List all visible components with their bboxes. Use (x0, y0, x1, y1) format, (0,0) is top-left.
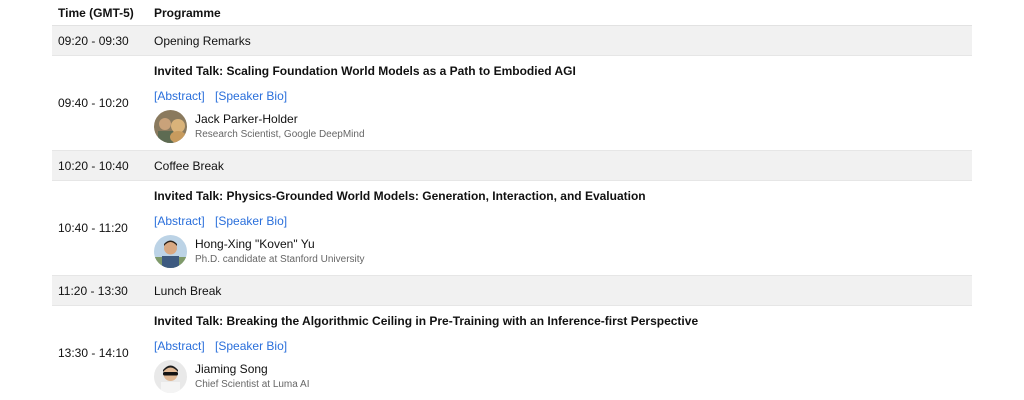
time-cell: 10:20 - 10:40 (52, 151, 148, 181)
session-label: Coffee Break (148, 151, 972, 181)
schedule-row: 10:40 - 11:20 Invited Talk: Physics-Grou… (52, 181, 972, 276)
time-column-header: Time (GMT-5) (52, 0, 148, 26)
avatar (154, 110, 187, 143)
talk-title: Invited Talk: Scaling Foundation World M… (154, 64, 966, 78)
avatar (154, 360, 187, 393)
speaker-info: Jack Parker-Holder Research Scientist, G… (154, 110, 966, 143)
speaker-name: Jack Parker-Holder (195, 112, 365, 126)
time-cell: 11:20 - 13:30 (52, 276, 148, 306)
abstract-link[interactable]: [Abstract] (154, 214, 205, 228)
speaker-bio-link[interactable]: [Speaker Bio] (215, 89, 287, 103)
time-cell: 09:20 - 09:30 (52, 26, 148, 56)
time-cell: 13:30 - 14:10 (52, 306, 148, 400)
avatar (154, 235, 187, 268)
speaker-bio-link[interactable]: [Speaker Bio] (215, 339, 287, 353)
schedule-row: 11:20 - 13:30 Lunch Break (52, 276, 972, 306)
talk-title: Invited Talk: Physics-Grounded World Mod… (154, 189, 966, 203)
speaker-name: Hong-Xing "Koven" Yu (195, 237, 365, 251)
talk-title: Invited Talk: Breaking the Algorithmic C… (154, 314, 966, 328)
abstract-link[interactable]: [Abstract] (154, 89, 205, 103)
abstract-link[interactable]: [Abstract] (154, 339, 205, 353)
session-label: Opening Remarks (148, 26, 972, 56)
talk-links: [Abstract] [Speaker Bio] (154, 214, 966, 228)
speaker-name: Jiaming Song (195, 362, 310, 376)
talk-links: [Abstract] [Speaker Bio] (154, 339, 966, 353)
schedule-row: 09:40 - 10:20 Invited Talk: Scaling Foun… (52, 56, 972, 151)
speaker-role: Chief Scientist at Luma AI (195, 379, 310, 390)
talk-links: [Abstract] [Speaker Bio] (154, 89, 966, 103)
schedule-table: Time (GMT-5) Programme 09:20 - 09:30 Ope… (52, 0, 972, 400)
speaker-info: Hong-Xing "Koven" Yu Ph.D. candidate at … (154, 235, 966, 268)
speaker-text: Jiaming Song Chief Scientist at Luma AI (195, 362, 310, 390)
speaker-bio-link[interactable]: [Speaker Bio] (215, 214, 287, 228)
time-cell: 09:40 - 10:20 (52, 56, 148, 151)
session-label: Lunch Break (148, 276, 972, 306)
speaker-info: Jiaming Song Chief Scientist at Luma AI (154, 360, 966, 393)
speaker-text: Jack Parker-Holder Research Scientist, G… (195, 112, 365, 140)
programme-column-header: Programme (148, 0, 972, 26)
talk-cell: Invited Talk: Breaking the Algorithmic C… (148, 306, 972, 400)
talk-cell: Invited Talk: Physics-Grounded World Mod… (148, 181, 972, 276)
time-cell: 10:40 - 11:20 (52, 181, 148, 276)
speaker-text: Hong-Xing "Koven" Yu Ph.D. candidate at … (195, 237, 365, 265)
speaker-role: Ph.D. candidate at Stanford University (195, 254, 365, 265)
schedule-row: 13:30 - 14:10 Invited Talk: Breaking the… (52, 306, 972, 400)
talk-cell: Invited Talk: Scaling Foundation World M… (148, 56, 972, 151)
header-row: Time (GMT-5) Programme (52, 0, 972, 26)
schedule-row: 09:20 - 09:30 Opening Remarks (52, 26, 972, 56)
schedule-row: 10:20 - 10:40 Coffee Break (52, 151, 972, 181)
speaker-role: Research Scientist, Google DeepMind (195, 129, 365, 140)
